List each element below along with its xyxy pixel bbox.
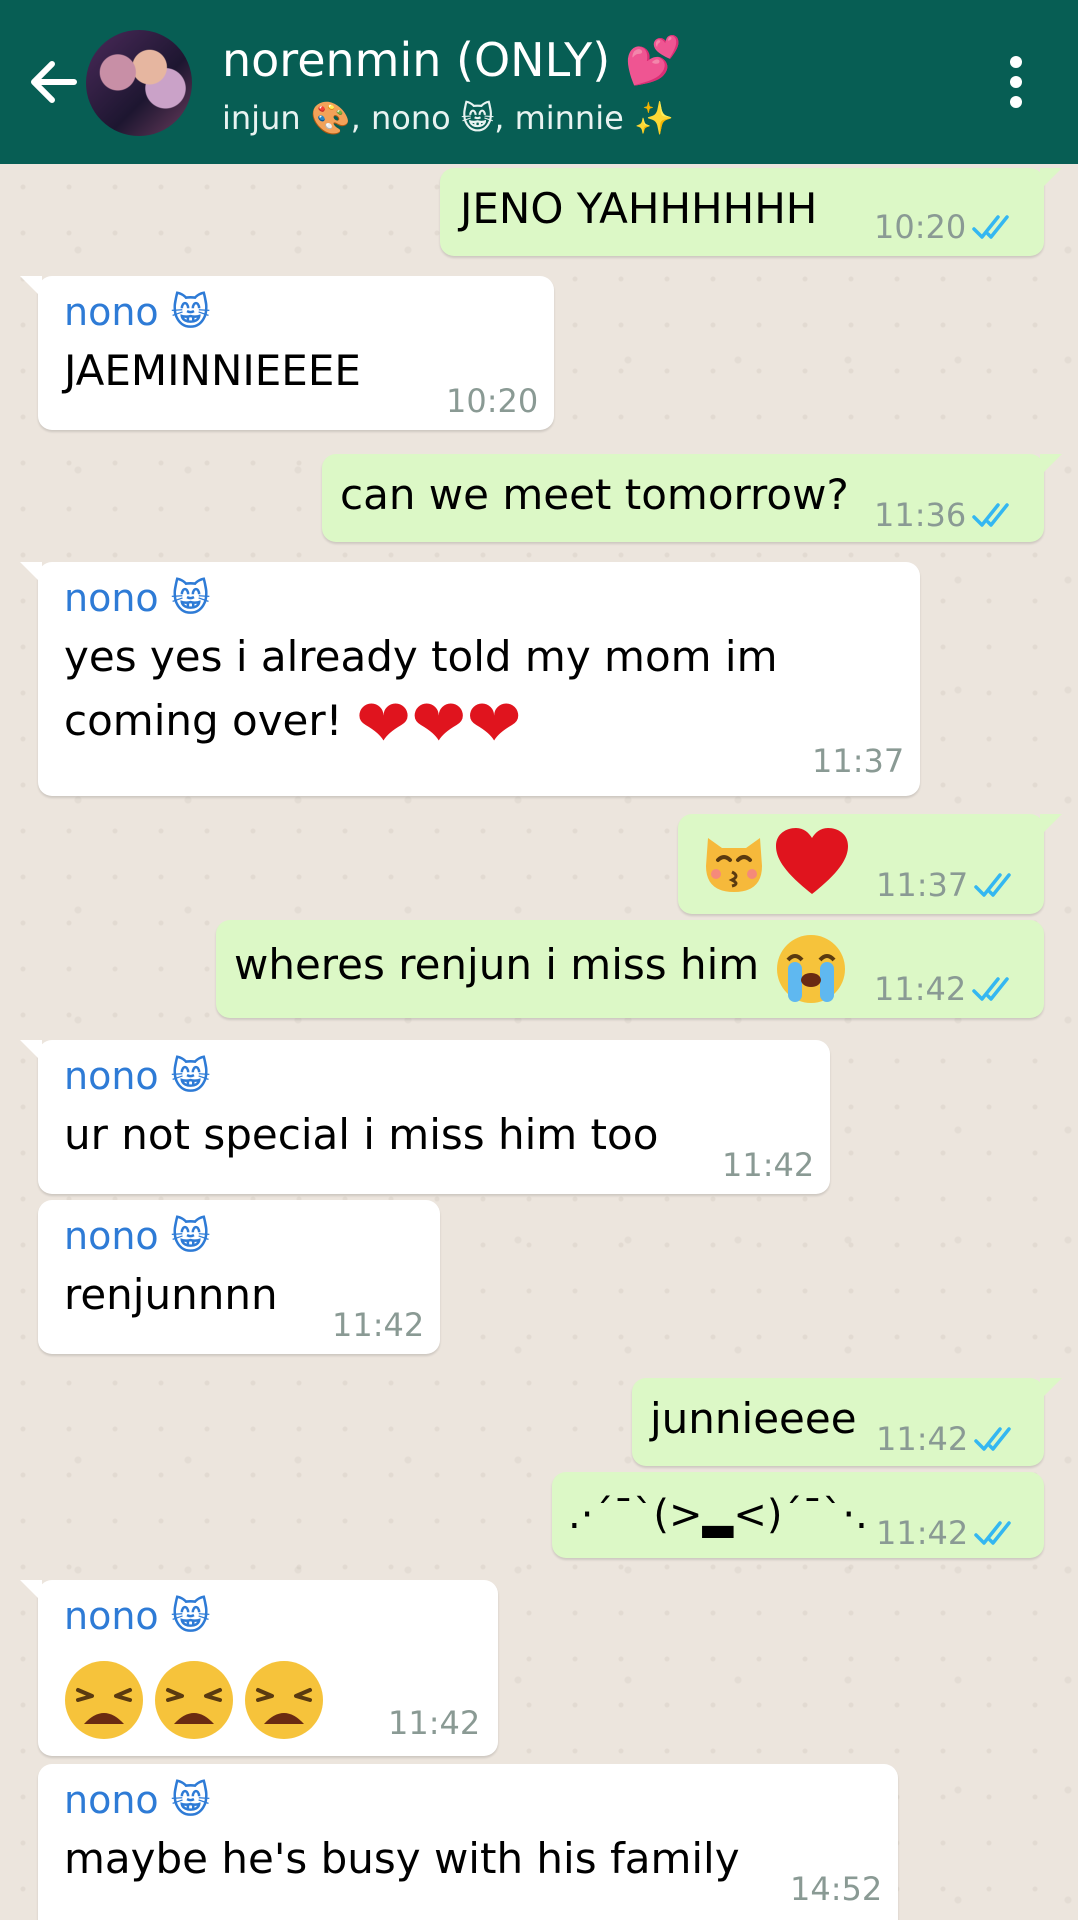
back-arrow-icon[interactable] <box>24 52 84 112</box>
sender-name[interactable]: nono 😸 <box>64 576 210 620</box>
outgoing-message[interactable]: can we meet tomorrow? 11:36 <box>322 454 1062 542</box>
read-receipt-icon <box>972 977 1009 1001</box>
heart-emoji-icon: ❤ <box>411 684 467 762</box>
message-text-line-1: yes yes i already told my mom im <box>64 632 778 681</box>
message-text: .·´¯`(>▂<)´¯`·. <box>568 1492 868 1538</box>
message-text: can we meet tomorrow? <box>340 470 849 519</box>
outgoing-message[interactable]: JENO YAHHHHHH 10:20 <box>440 168 1062 256</box>
heart-emoji-icon: ❤ <box>355 684 412 762</box>
chat-title[interactable]: norenmin (ONLY) 💕 <box>222 34 682 86</box>
message-time: 11:42 <box>876 1514 969 1552</box>
incoming-message[interactable]: nono 😸 JAEMINNIEEEE 10:20 <box>20 276 554 430</box>
message-text: maybe he's busy with his family <box>64 1834 740 1883</box>
message-text: ur not special i miss him too <box>64 1110 659 1159</box>
read-receipt-icon <box>972 503 1009 527</box>
message-text: JENO YAHHHHHH <box>460 184 818 233</box>
more-options-icon[interactable] <box>998 52 1034 112</box>
message-time: 14:52 <box>790 1870 883 1908</box>
message-text: wheres renjun i miss him <box>234 940 760 989</box>
message-text: JAEMINNIEEEE <box>64 346 361 395</box>
read-receipt-icon <box>974 1521 1011 1545</box>
message-text: junnieeee <box>650 1394 857 1443</box>
sender-name[interactable]: nono 😸 <box>64 290 210 334</box>
weary-face-emoji-icon <box>155 1661 233 1739</box>
loudly-crying-emoji-icon <box>777 935 845 1003</box>
message-time: 11:36 <box>874 496 967 534</box>
message-time: 11:42 <box>332 1306 425 1344</box>
outgoing-message[interactable]: wheres renjun i miss him 11:42 <box>216 920 1044 1018</box>
weary-face-emoji-icon <box>245 1661 323 1739</box>
message-time: 10:20 <box>874 208 967 246</box>
message-time: 11:42 <box>722 1146 815 1184</box>
incoming-message[interactable]: nono 😸 yes yes i already told my mom im … <box>20 562 920 796</box>
sender-name[interactable]: nono 😸 <box>64 1214 210 1258</box>
chat-header: norenmin (ONLY) 💕 injun 🎨, nono 😸, minni… <box>0 0 1078 164</box>
message-text: renjunnnn <box>64 1270 278 1319</box>
group-avatar[interactable] <box>86 30 192 136</box>
incoming-message[interactable]: nono 😸 maybe he's busy with his family 1… <box>38 1764 898 1920</box>
message-text-line-2-wrapper: coming over! ❤❤❤ <box>64 688 522 757</box>
read-receipt-icon <box>974 1427 1011 1451</box>
sender-name[interactable]: nono 😸 <box>64 1054 210 1098</box>
kissing-cat-emoji-icon <box>706 838 762 892</box>
outgoing-message[interactable]: 11:37 <box>678 814 1062 914</box>
read-receipt-icon <box>972 215 1009 239</box>
outgoing-message[interactable]: .·´¯`(>▂<)´¯`·. 11:42 <box>552 1472 1044 1558</box>
sender-name[interactable]: nono 😸 <box>64 1594 210 1638</box>
message-time: 11:42 <box>388 1704 481 1742</box>
outgoing-message[interactable]: junnieeee 11:42 <box>632 1378 1062 1466</box>
weary-face-emoji-icon <box>65 1661 143 1739</box>
incoming-message[interactable]: nono 😸 11:42 <box>20 1580 498 1756</box>
message-text-line-2: coming over! <box>64 696 343 745</box>
message-time: 10:20 <box>446 382 539 420</box>
incoming-message[interactable]: nono 😸 renjunnnn 11:42 <box>38 1200 440 1354</box>
message-time: 11:42 <box>876 1420 969 1458</box>
message-time: 11:37 <box>812 742 905 780</box>
incoming-message[interactable]: nono 😸 ur not special i miss him too 11:… <box>20 1040 830 1194</box>
message-time: 11:42 <box>874 970 967 1008</box>
sender-name[interactable]: nono 😸 <box>64 1778 210 1822</box>
read-receipt-icon <box>974 873 1011 897</box>
heart-emoji-icon <box>776 828 848 894</box>
message-list[interactable]: JENO YAHHHHHH 10:20 nono 😸 JAEMINNIEEEE … <box>0 164 1078 1920</box>
heart-emoji-icon: ❤ <box>466 684 522 762</box>
message-time: 11:37 <box>876 866 969 904</box>
chat-participants[interactable]: injun 🎨, nono 😸, minnie ✨ <box>222 98 674 138</box>
